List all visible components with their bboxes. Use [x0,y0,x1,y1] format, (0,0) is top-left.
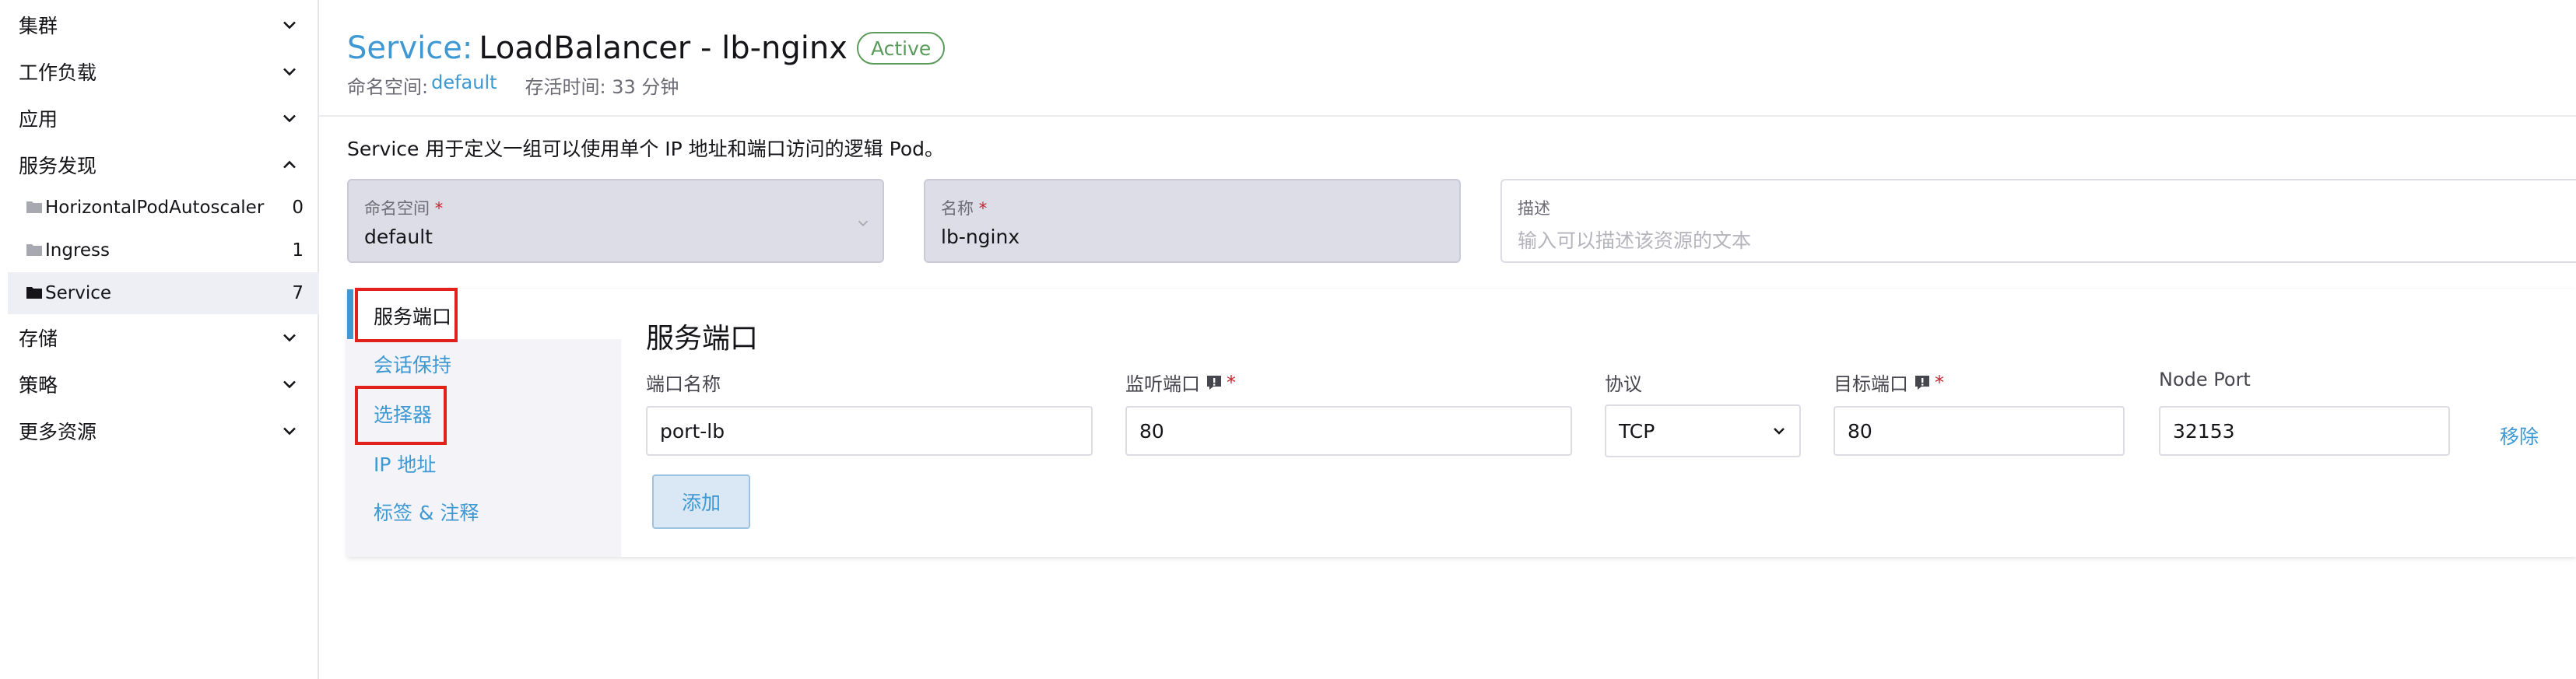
description-field[interactable]: 描述 输入可以描述该资源的文本 [1500,179,2576,263]
resource-kind: Service: [347,30,473,66]
sidebar-group-more-resources[interactable]: 更多资源 [19,409,311,453]
sidebar-group-label: 服务发现 [19,155,97,177]
name-field-label: 名称 * [941,199,988,218]
protocol-column-label: 协议 [1605,373,1642,395]
sidebar-group-label: 应用 [19,108,58,131]
namespace-field-label: 命名空间 * [364,199,444,218]
sidebar-group-label: 策略 [19,374,58,397]
sidebar-group-service-discovery[interactable]: 服务发现 [19,143,311,187]
target-port-column-label: 目标端口 * [1834,371,1944,396]
port-name-input[interactable]: port-lb [646,406,1093,456]
listen-port-column-label: 监听端口 * [1125,371,1236,396]
sidebar-group-storage[interactable]: 存储 [19,316,311,359]
sidebar-item-ingress[interactable]: Ingress 1 [8,229,319,271]
chevron-down-icon [283,68,296,76]
sidebar-item-label: Ingress [45,240,111,261]
sidebar-group-label: 集群 [19,15,58,37]
sidebar-item-hpa[interactable]: HorizontalPodAutoscaler 0 [8,187,319,229]
resource-meta: 命名空间: default 存活时间: 33 分钟 [347,72,679,99]
remove-port-button[interactable]: 移除 [2500,422,2539,450]
namespace-link[interactable]: default [431,72,497,99]
folder-icon [26,244,42,256]
header-divider [319,115,2576,117]
description-placeholder: 输入可以描述该资源的文本 [1518,229,1752,252]
chevron-down-icon [283,427,296,436]
tab-labels-annotations[interactable]: 标签 & 注释 [374,498,479,526]
sidebar-item-label: HorizontalPodAutoscaler [45,198,265,218]
sidebar-item-service[interactable]: Service 7 [8,272,319,314]
target-port-input[interactable]: 80 [1834,406,2125,456]
tab-ip-addresses[interactable]: IP 地址 [374,450,436,478]
folder-icon [26,201,42,213]
description-field-label: 描述 [1518,199,1550,218]
port-name-column-label: 端口名称 [646,373,721,395]
name-field-value: lb-nginx [941,226,1020,248]
info-icon [1207,375,1221,390]
sidebar-item-count: 0 [292,198,304,218]
sidebar-item-label: Service [45,283,112,303]
info-icon [1915,375,1929,390]
namespace-select[interactable]: 命名空间 * default [347,179,884,263]
sidebar-group-apps[interactable]: 应用 [19,96,311,140]
page-title: Service: LoadBalancer - lb-nginx Active [347,28,946,68]
sidebar-item-count: 7 [292,283,304,303]
node-port-column-label: Node Port [2159,369,2251,390]
name-field[interactable]: 名称 * lb-nginx [924,179,1461,263]
sidebar-group-label: 工作负载 [19,61,97,84]
folder-open-icon [26,287,42,299]
sidebar-group-label: 存储 [19,327,58,350]
sidebar-group-policy[interactable]: 策略 [19,362,311,406]
chevron-down-icon [283,380,296,389]
tab-active-indicator [347,289,353,339]
chevron-down-icon [1774,428,1785,435]
resource-description: Service 用于定义一组可以使用单个 IP 地址和端口访问的逻辑 Pod。 [347,138,944,160]
resource-name: LoadBalancer - lb-nginx [479,30,848,66]
age-text: 存活时间: 33 分钟 [525,76,679,98]
namespace-field-value: default [364,226,433,248]
tabs-panel: 服务端口 会话保持 选择器 IP 地址 标签 & 注释 服务端口 端口名称 监听… [347,288,2576,557]
highlight-box [355,386,447,445]
pane-title: 服务端口 [646,323,759,355]
chevron-up-icon [283,160,296,169]
highlight-box [355,288,458,342]
status-badge: Active [856,32,946,65]
node-port-input[interactable]: 32153 [2159,406,2450,456]
chevron-down-icon [858,220,869,227]
protocol-value: TCP [1619,419,1655,443]
chevron-down-icon [283,114,296,123]
protocol-select[interactable]: TCP [1605,404,1801,457]
namespace-label: 命名空间: [347,76,429,98]
chevron-down-icon [283,334,296,342]
sidebar-group-workloads[interactable]: 工作负载 [19,50,311,93]
sidebar: 集群 工作负载 应用 服务发现 HorizontalPodAutoscaler … [0,0,319,679]
add-port-button[interactable]: 添加 [652,474,750,529]
service-ports-pane: 服务端口 端口名称 监听端口 * 协议 目标端口 * Node Port por… [621,289,2576,557]
sidebar-item-count: 1 [292,240,304,261]
chevron-down-icon [283,21,296,30]
listen-port-input[interactable]: 80 [1125,406,1572,456]
tab-session-affinity[interactable]: 会话保持 [374,350,451,378]
sidebar-group-cluster[interactable]: 集群 [19,3,311,47]
sidebar-group-label: 更多资源 [19,421,97,443]
tab-list: 服务端口 会话保持 选择器 IP 地址 标签 & 注释 [347,288,621,557]
